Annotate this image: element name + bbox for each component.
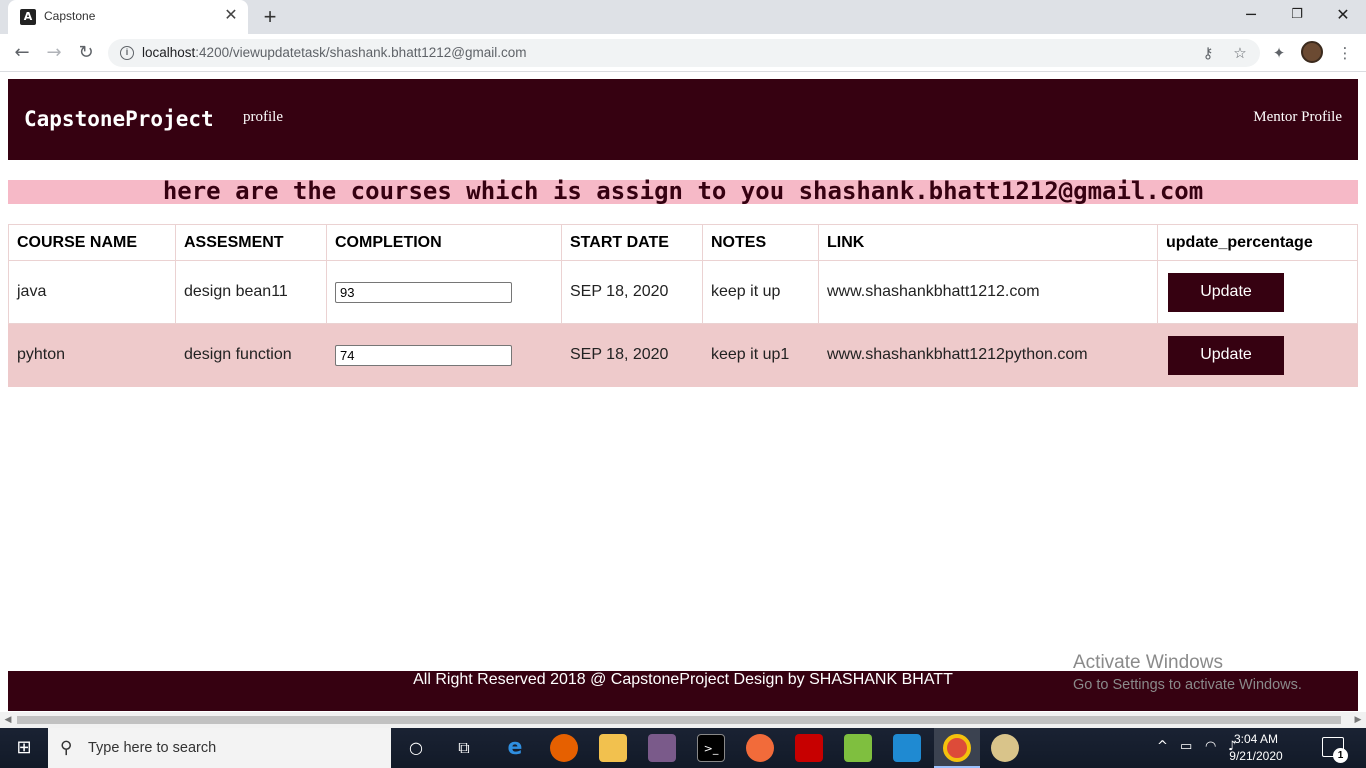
search-icon: ⚲	[60, 738, 73, 758]
pdf-reader-icon[interactable]	[795, 734, 823, 762]
courses-banner: here are the courses which is assign to …	[8, 177, 1358, 205]
header-course-name: COURSE NAME	[8, 224, 176, 261]
chrome-icon	[943, 734, 971, 762]
system-clock[interactable]: 3:04 AM 9/21/2020	[1222, 731, 1290, 765]
header-completion: COMPLETION	[326, 224, 562, 261]
notes-cell: keep it up1	[702, 323, 819, 387]
start-date-cell: SEP 18, 2020	[561, 260, 703, 324]
tab-close-icon[interactable]: ✕	[222, 7, 240, 25]
update-cell: Update	[1157, 260, 1358, 324]
clock-time: 3:04 AM	[1233, 732, 1279, 746]
key-icon[interactable]: ⚷	[1198, 43, 1218, 63]
notification-badge: 1	[1333, 748, 1348, 763]
restore-icon[interactable]: ❐	[1274, 0, 1320, 30]
header-update-percentage: update_percentage	[1157, 224, 1358, 261]
completion-cell	[326, 260, 562, 324]
profile-avatar[interactable]	[1301, 41, 1323, 63]
table-header-row: COURSE NAME ASSESMENT COMPLETION START D…	[8, 224, 1358, 261]
update-button[interactable]: Update	[1168, 335, 1284, 375]
windows-start-icon[interactable]: ⊞	[0, 728, 48, 768]
watermark-subtitle: Go to Settings to activate Windows.	[1073, 677, 1302, 693]
header-start-date: START DATE	[561, 224, 703, 261]
notepad-plus-icon[interactable]	[844, 734, 872, 762]
completion-cell	[326, 323, 562, 387]
angular-favicon-icon: A	[20, 9, 36, 25]
site-navbar: CapstoneProject profile Mentor Profile	[8, 79, 1358, 160]
scroll-left-icon[interactable]: ◀	[2, 714, 14, 726]
clock-date: 9/21/2020	[1229, 749, 1283, 763]
browser-tabstrip: A Capstone ✕ + ─ ❐ ✕	[0, 0, 1366, 34]
browser-tab[interactable]: A Capstone ✕	[8, 0, 248, 34]
nav-link-profile[interactable]: profile	[243, 109, 283, 126]
browser-toolbar: ← → ↻ i localhost:4200/viewupdatetask/sh…	[0, 34, 1366, 72]
banner-text: here are the courses which is assign to …	[162, 177, 1204, 205]
file-explorer-icon[interactable]	[599, 734, 627, 762]
window-close-icon[interactable]: ✕	[1320, 0, 1366, 30]
assessment-cell: design function	[175, 323, 327, 387]
postman-icon[interactable]	[746, 734, 774, 762]
tab-title: Capstone	[44, 9, 96, 23]
new-tab-icon[interactable]: +	[258, 5, 282, 29]
course-name-cell: pyhton	[8, 323, 176, 387]
page-content: CapstoneProject profile Mentor Profile h…	[0, 72, 1366, 728]
courses-table: COURSE NAME ASSESMENT COMPLETION START D…	[8, 224, 1358, 387]
paint-icon[interactable]	[991, 734, 1019, 762]
task-view-icon[interactable]: ⧉	[450, 734, 478, 762]
activate-windows-watermark: Activate Windows Go to Settings to activ…	[1073, 652, 1302, 693]
minimize-icon[interactable]: ─	[1228, 0, 1274, 30]
bookmark-star-icon[interactable]: ☆	[1230, 43, 1250, 63]
scroll-right-icon[interactable]: ▶	[1352, 714, 1364, 726]
battery-icon[interactable]: ▭	[1180, 739, 1192, 754]
extensions-puzzle-icon[interactable]: ✦	[1268, 42, 1290, 64]
wifi-icon[interactable]: ◠	[1205, 739, 1216, 754]
taskbar-search[interactable]: ⚲ Type here to search	[48, 728, 391, 768]
header-link: LINK	[818, 224, 1158, 261]
link-cell: www.shashankbhatt1212.com	[818, 260, 1158, 324]
address-bar[interactable]: i localhost:4200/viewupdatetask/shashank…	[108, 39, 1260, 67]
completion-input[interactable]	[335, 281, 512, 303]
tray-chevron-icon[interactable]: ^	[1157, 739, 1168, 754]
game-app-icon[interactable]	[648, 734, 676, 762]
footer-text: All Right Reserved 2018 @ CapstoneProjec…	[413, 671, 953, 688]
update-button[interactable]: Update	[1168, 272, 1284, 312]
forward-icon[interactable]: →	[42, 41, 66, 65]
browser-menu-icon[interactable]: ⋮	[1334, 42, 1356, 64]
completion-input[interactable]	[335, 344, 512, 366]
cortana-icon[interactable]: ○	[402, 734, 430, 762]
chrome-taskbar-button[interactable]	[934, 728, 980, 768]
vscode-icon[interactable]	[893, 734, 921, 762]
edge-icon[interactable]: e	[501, 734, 529, 762]
windows-taskbar: ⊞ ⚲ Type here to search ○ ⧉ e >_ ^ ▭ ◠ ♪…	[0, 728, 1366, 768]
assessment-cell: design bean11	[175, 260, 327, 324]
course-name-cell: java	[8, 260, 176, 324]
terminal-icon[interactable]: >_	[697, 734, 725, 762]
site-info-icon[interactable]: i	[120, 46, 134, 60]
table-row: java design bean11 SEP 18, 2020 keep it …	[8, 260, 1358, 324]
nav-link-mentor-profile[interactable]: Mentor Profile	[1253, 109, 1342, 126]
update-cell: Update	[1157, 323, 1358, 387]
watermark-title: Activate Windows	[1073, 652, 1223, 673]
start-date-cell: SEP 18, 2020	[561, 323, 703, 387]
notes-cell: keep it up	[702, 260, 819, 324]
search-placeholder: Type here to search	[88, 740, 217, 756]
link-cell: www.shashankbhatt1212python.com	[818, 323, 1158, 387]
firefox-icon[interactable]	[550, 734, 578, 762]
table-row: pyhton design function SEP 18, 2020 keep…	[8, 323, 1358, 387]
header-assessment: ASSESMENT	[175, 224, 327, 261]
reload-icon[interactable]: ↻	[74, 41, 98, 65]
brand-logo[interactable]: CapstoneProject	[24, 107, 214, 131]
url-text: localhost:4200/viewupdatetask/shashank.b…	[142, 45, 527, 60]
scrollbar-thumb[interactable]	[17, 716, 1341, 724]
header-notes: NOTES	[702, 224, 819, 261]
back-icon[interactable]: ←	[10, 41, 34, 65]
horizontal-scrollbar[interactable]: ◀ ▶	[0, 712, 1366, 728]
